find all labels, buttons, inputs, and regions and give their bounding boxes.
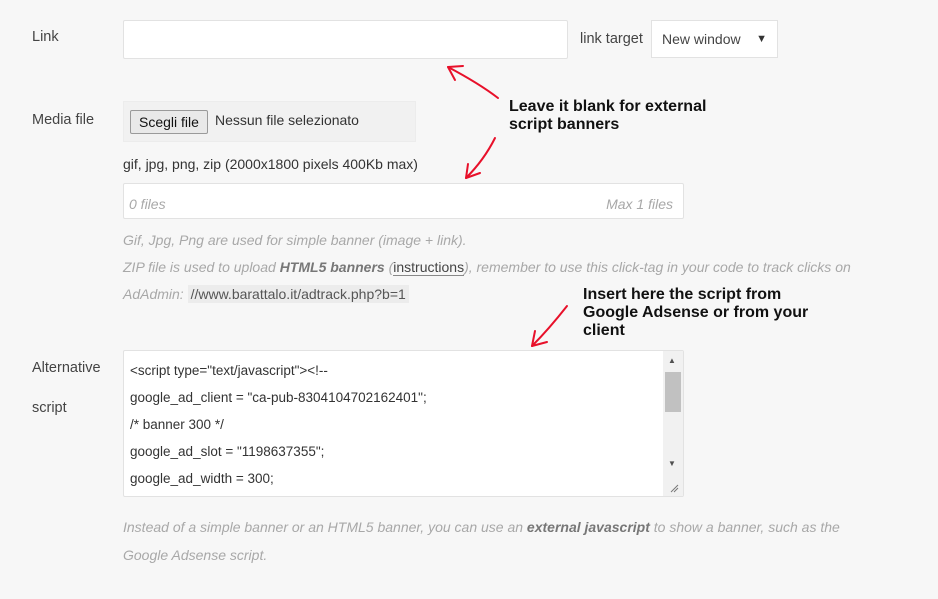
annotation-arrows <box>447 65 568 347</box>
arrow-to-link-icon <box>447 66 499 99</box>
arrow-to-dropzone-icon <box>465 137 496 179</box>
arrow-to-script-icon <box>531 305 568 347</box>
